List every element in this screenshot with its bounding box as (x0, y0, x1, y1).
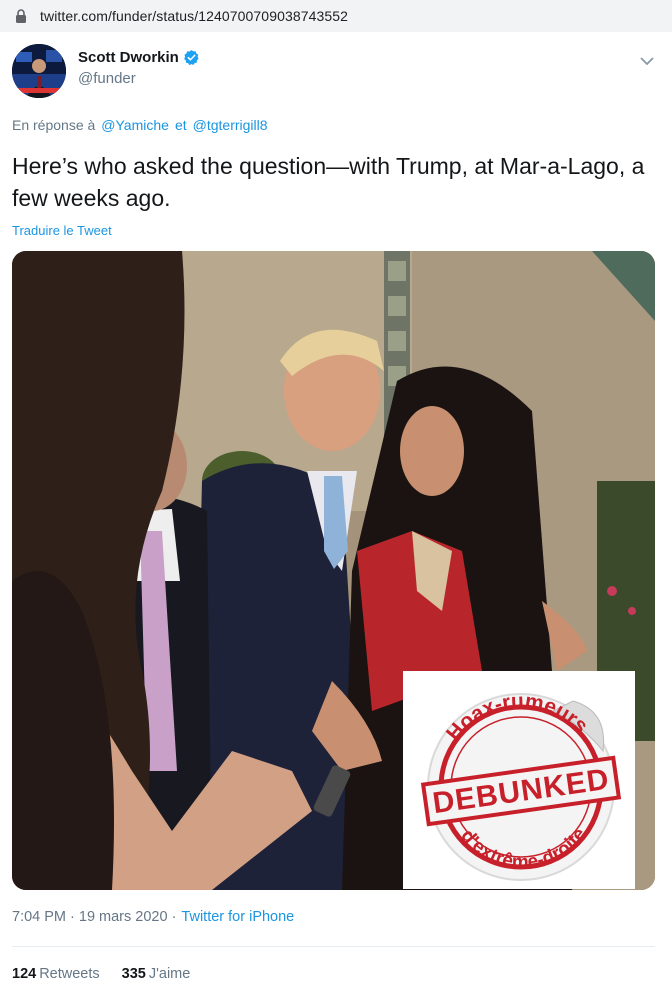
author-block: Scott Dworkin @funder (78, 49, 200, 87)
reply-prefix: En réponse à (12, 117, 96, 133)
avatar[interactable] (12, 44, 66, 98)
tweet-timestamp[interactable]: 7:04 PM · 19 mars 2020 · (12, 909, 176, 925)
debunked-stamp: Hoax-rumeurs d'extrême-droite DEBUNKED (403, 671, 635, 889)
author-handle[interactable]: @funder (78, 70, 200, 87)
browser-address-bar[interactable]: twitter.com/funder/status/12407007090387… (0, 0, 672, 32)
likes-count: 335 (121, 966, 146, 982)
retweets-count: 124 (12, 966, 37, 982)
author-name[interactable]: Scott Dworkin (78, 49, 179, 66)
tweet-stats: 124 Retweets 335 J'aime (12, 966, 190, 982)
verified-badge-icon (183, 49, 200, 66)
reply-mention-yamiche[interactable]: @Yamiche (101, 117, 169, 133)
lock-icon (12, 7, 30, 25)
likes-stat[interactable]: 335 J'aime (122, 966, 191, 982)
tweet-text: Here’s who asked the question—with Trump… (12, 153, 645, 211)
retweets-stat[interactable]: 124 Retweets (12, 966, 100, 982)
likes-label: J'aime (148, 966, 191, 982)
tweet-meta: 7:04 PM · 19 mars 2020 · Twitter for iPh… (12, 909, 294, 925)
url-text[interactable]: twitter.com/funder/status/12407007090387… (40, 8, 348, 24)
divider (12, 946, 655, 947)
retweets-label: Retweets (39, 966, 100, 982)
tweet-header: Scott Dworkin @funder (12, 44, 660, 100)
translate-tweet-link[interactable]: Traduire le Tweet (12, 223, 112, 238)
reply-context: En réponse à @Yamiche et @tgterrigill8 (12, 117, 268, 133)
reply-mention-tgterrigill8[interactable]: @tgterrigill8 (193, 117, 268, 133)
chevron-down-icon[interactable] (638, 52, 656, 70)
reply-conjunction: et (174, 117, 187, 133)
tweet-source-link[interactable]: Twitter for iPhone (181, 909, 294, 925)
